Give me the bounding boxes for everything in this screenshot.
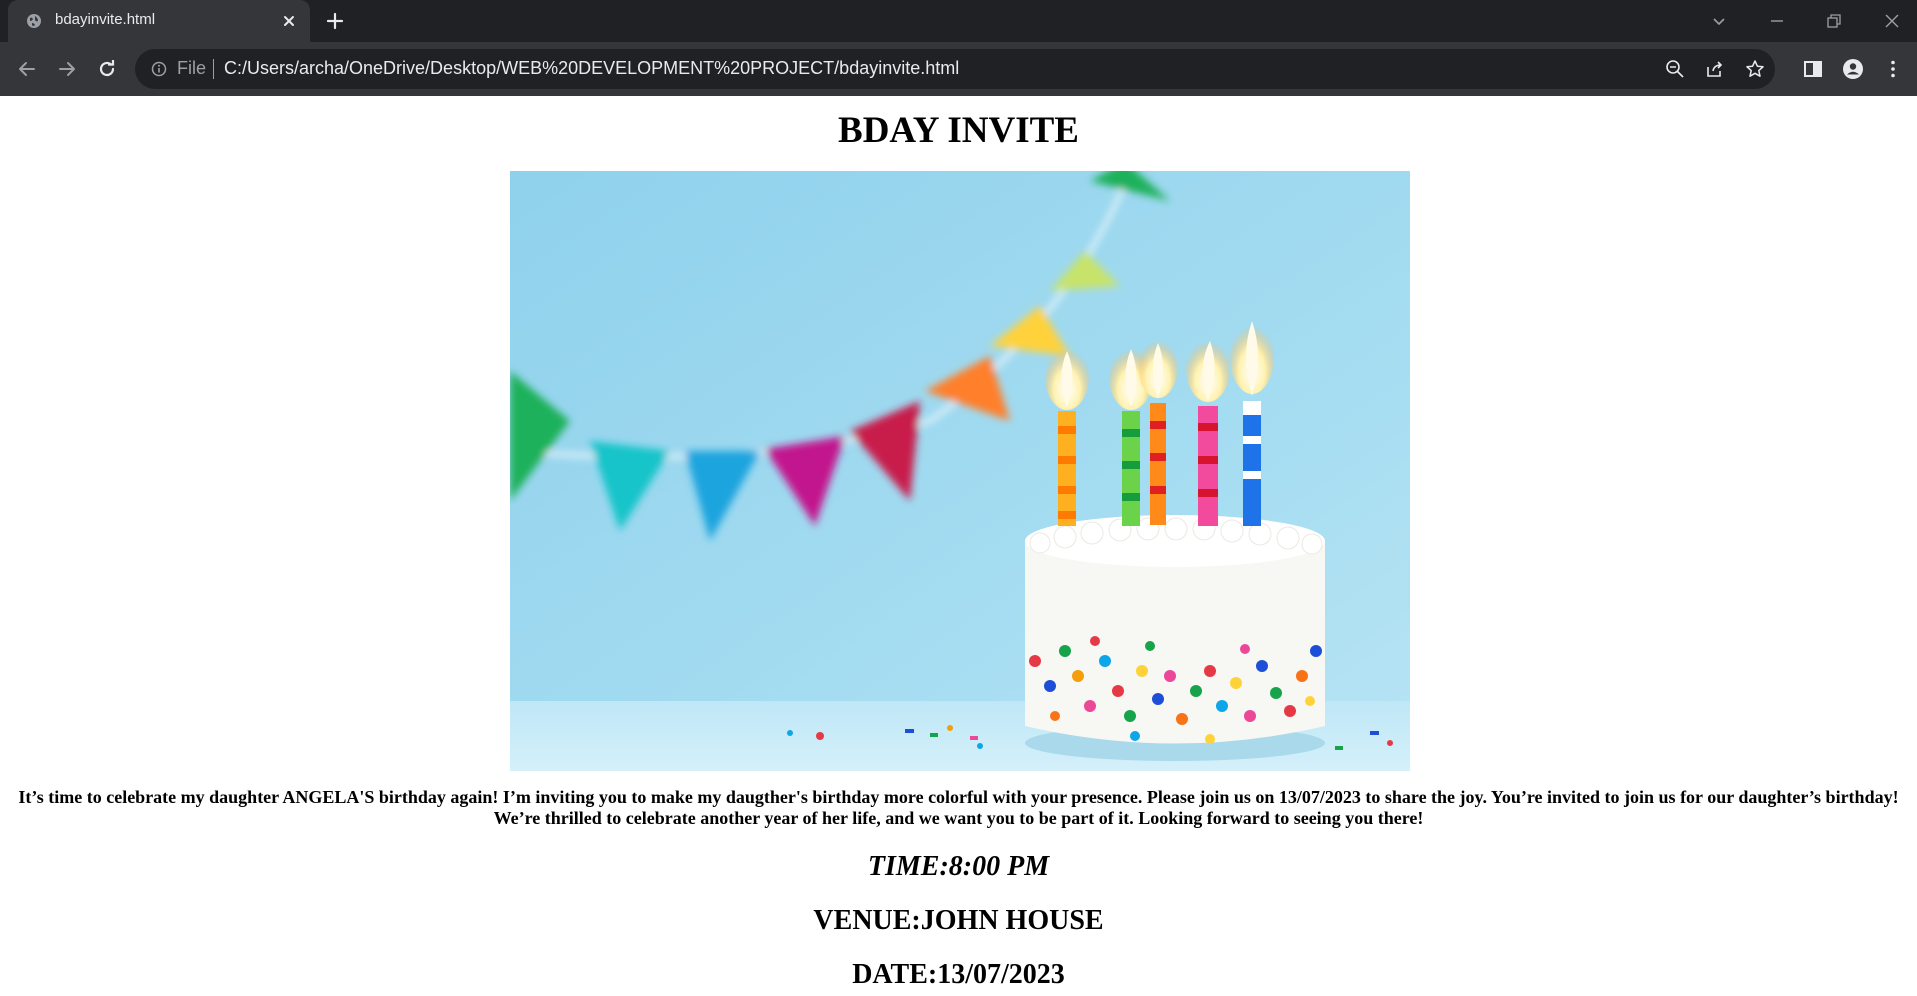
- close-window-icon[interactable]: [1883, 12, 1901, 30]
- file-scheme-label: File: [177, 58, 207, 78]
- invitation-message: It’s time to celebrate my daughter ANGEL…: [18, 787, 1899, 828]
- reload-icon[interactable]: [96, 58, 118, 80]
- browser-tab[interactable]: bdayinvite.html: [8, 0, 310, 42]
- menu-kebab-icon[interactable]: [1882, 58, 1904, 80]
- browser-toolbar: File C:/Users/archa/OneDrive/Desktop/WEB…: [0, 42, 1917, 96]
- zoom-out-icon[interactable]: [1665, 59, 1685, 79]
- page-content: BDAY INVITE It’s time to celebrate my da…: [0, 96, 1917, 996]
- share-icon[interactable]: [1705, 59, 1725, 79]
- new-tab-icon[interactable]: [325, 11, 345, 31]
- side-panel-icon[interactable]: [1802, 58, 1824, 80]
- forward-arrow-icon[interactable]: [56, 58, 78, 80]
- globe-icon: [27, 14, 41, 28]
- restore-icon[interactable]: [1825, 12, 1843, 30]
- browser-tab-strip: bdayinvite.html: [0, 0, 1917, 42]
- event-time: TIME:8:00 PM: [867, 851, 1050, 882]
- info-icon[interactable]: [151, 61, 167, 77]
- url-text[interactable]: C:/Users/archa/OneDrive/Desktop/WEB%20DE…: [224, 58, 959, 79]
- tab-search-chevron-icon[interactable]: [1710, 12, 1728, 30]
- back-arrow-icon[interactable]: [16, 58, 38, 80]
- event-date: DATE:13/07/2023: [852, 959, 1065, 990]
- event-venue: VENUE:JOHN HOUSE: [813, 905, 1104, 936]
- minimize-icon[interactable]: [1768, 12, 1786, 30]
- tab-title: bdayinvite.html: [55, 11, 156, 28]
- bookmark-star-icon[interactable]: [1745, 59, 1765, 79]
- address-separator: [213, 59, 214, 79]
- page-title: BDAY INVITE: [838, 110, 1079, 151]
- address-bar[interactable]: File C:/Users/archa/OneDrive/Desktop/WEB…: [135, 49, 1775, 89]
- profile-avatar-icon[interactable]: [1842, 58, 1864, 80]
- close-tab-icon[interactable]: [280, 12, 298, 30]
- birthday-cake-image: [510, 171, 1410, 771]
